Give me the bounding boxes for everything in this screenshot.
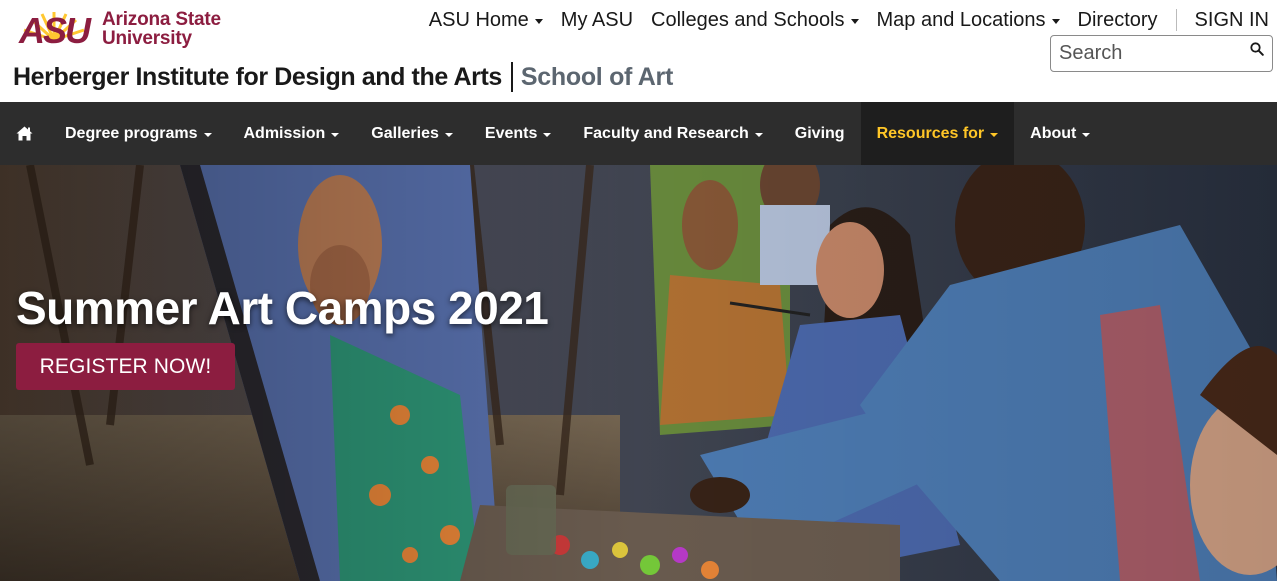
title-divider: [510, 62, 513, 92]
universal-nav: ASU Home My ASU Colleges and Schools Map…: [411, 6, 1269, 34]
caret-down-icon: [444, 133, 453, 137]
site-nav: Degree programs Admission Galleries Even…: [0, 102, 1277, 165]
nav-item-label: Resources for: [876, 124, 985, 142]
sign-in-link[interactable]: SIGN IN: [1195, 9, 1269, 32]
nav-item-label: Giving: [794, 124, 845, 142]
hero-title: Summer Art Camps 2021: [16, 282, 549, 334]
nav-galleries[interactable]: Galleries: [355, 102, 469, 165]
caret-down-icon: [331, 133, 340, 137]
nav-degree-programs[interactable]: Degree programs: [49, 102, 228, 165]
nav-about[interactable]: About: [1014, 102, 1106, 165]
logo-line-2: University: [102, 28, 192, 49]
parent-unit-link[interactable]: Herberger Institute for Design and the A…: [13, 63, 502, 92]
univ-nav-label: ASU Home: [428, 8, 529, 31]
home-icon: [16, 126, 33, 141]
univ-nav-directory[interactable]: Directory: [1078, 9, 1158, 32]
univ-nav-label: Directory: [1077, 8, 1158, 31]
univ-nav-label: Map and Locations: [876, 8, 1046, 31]
nav-item-label: Galleries: [371, 124, 439, 142]
nav-events[interactable]: Events: [469, 102, 567, 165]
search-box: [1050, 35, 1273, 72]
univ-nav-label: My ASU: [560, 8, 634, 31]
nav-item-label: Faculty and Research: [583, 124, 749, 142]
subunit-link[interactable]: School of Art: [521, 63, 673, 92]
caret-down-icon: [1082, 133, 1091, 137]
logo-line-1: Arizona State: [102, 9, 221, 30]
univ-nav-asu-home[interactable]: ASU Home: [429, 9, 543, 32]
caret-down-icon: [850, 18, 859, 24]
asu-logo-letters: ASU: [18, 10, 92, 48]
register-now-button[interactable]: REGISTER NOW!: [16, 343, 235, 390]
nav-item-label: Events: [484, 124, 538, 142]
caret-down-icon: [543, 133, 552, 137]
caret-down-icon: [990, 133, 999, 137]
hero-banner: Summer Art Camps 2021 REGISTER NOW!: [0, 165, 1277, 581]
universal-header: ASU Arizona State University ASU Home My…: [0, 0, 1277, 102]
search-input[interactable]: [1051, 36, 1231, 71]
logo-wordmark: Arizona State University: [102, 10, 221, 48]
asu-logo[interactable]: ASU Arizona State University: [12, 10, 221, 48]
nav-faculty-research[interactable]: Faculty and Research: [567, 102, 778, 165]
univ-nav-label: Colleges and Schools: [651, 8, 845, 31]
nav-item-label: Degree programs: [65, 124, 198, 142]
nav-divider: [1175, 9, 1177, 31]
caret-down-icon: [1051, 18, 1060, 24]
nav-home[interactable]: [0, 102, 49, 165]
nav-item-label: Admission: [243, 124, 326, 142]
nav-resources-for[interactable]: Resources for: [860, 102, 1015, 165]
nav-giving[interactable]: Giving: [779, 102, 861, 165]
univ-nav-my-asu[interactable]: My ASU: [561, 9, 633, 32]
nav-admission[interactable]: Admission: [228, 102, 356, 165]
univ-nav-map[interactable]: Map and Locations: [877, 9, 1060, 32]
caret-down-icon: [534, 18, 543, 24]
univ-nav-colleges[interactable]: Colleges and Schools: [651, 8, 859, 32]
site-title: Herberger Institute for Design and the A…: [13, 62, 673, 92]
asu-logo-mark: ASU: [18, 10, 94, 48]
caret-down-icon: [754, 133, 763, 137]
nav-item-label: About: [1030, 124, 1077, 142]
search-icon[interactable]: [1250, 42, 1264, 56]
caret-down-icon: [203, 133, 212, 137]
